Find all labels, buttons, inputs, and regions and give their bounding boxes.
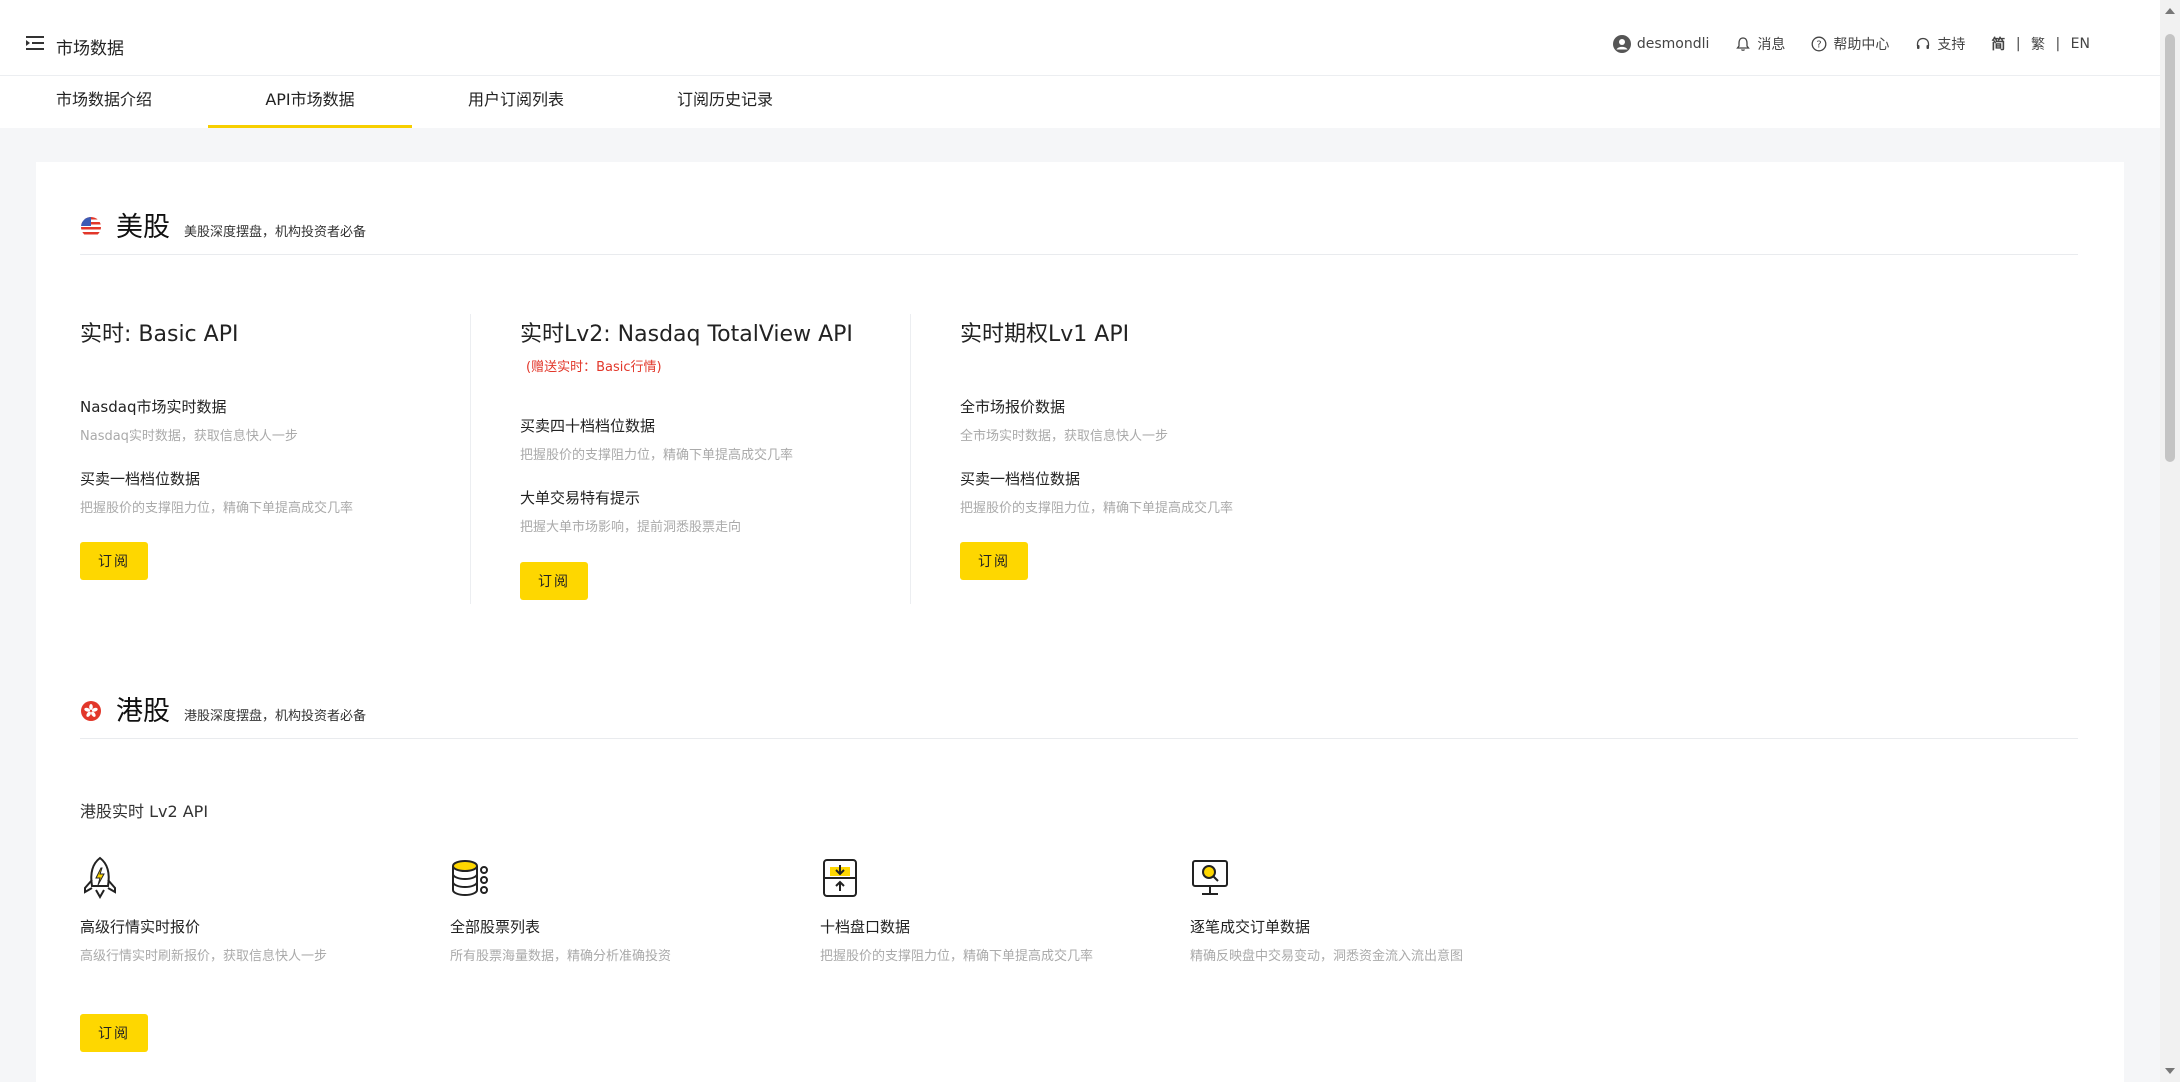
- database-icon: [452, 860, 488, 897]
- bell-icon: [1736, 37, 1751, 51]
- feature-title: 全市场报价数据: [960, 398, 1066, 416]
- hk-feature-item: 逐笔成交订单数据 精确反映盘中交易变动，洞悉资金流入流出意图: [1190, 856, 1463, 964]
- feature-desc: 把握股价的支撑阻力位，精确下单提高成交几率: [80, 501, 354, 516]
- section-divider: [80, 738, 2078, 739]
- scroll-down-arrow-icon[interactable]: [2165, 1068, 2175, 1074]
- lang-separator: |: [2011, 36, 2026, 52]
- hk-section-title: 港股: [116, 696, 170, 727]
- feature-desc: 全市场实时数据，获取信息快人一步: [960, 429, 1169, 444]
- plan-title: 实时: Basic API: [80, 322, 239, 347]
- feature-title: 高级行情实时报价: [80, 918, 201, 936]
- feature-item: 买卖一档档位数据 把握股价的支撑阻力位，精确下单提高成交几率: [960, 468, 1380, 516]
- feature-desc: 把握股价的支撑阻力位，精确下单提高成交几率: [820, 949, 1094, 964]
- page-title: 市场数据: [56, 39, 124, 59]
- tab-subscription-history[interactable]: 订阅历史记录: [656, 76, 794, 128]
- user-menu[interactable]: desmondli: [1612, 35, 1710, 53]
- feature-desc: 所有股票海量数据，精确分析准确投资: [450, 949, 672, 964]
- feature-title: Nasdaq市场实时数据: [80, 398, 227, 416]
- menu-toggle-icon[interactable]: [26, 36, 44, 50]
- us-totalview-api-plan: 实时Lv2: Nasdaq TotalView API (赠送实时：Basic行…: [520, 316, 940, 535]
- headset-icon: [1917, 37, 1930, 49]
- user-avatar-icon: [1612, 35, 1631, 53]
- tab-api-market-data[interactable]: API市场数据: [208, 76, 412, 128]
- support-link[interactable]: 支持: [1915, 34, 1965, 54]
- messages-label: 消息: [1757, 37, 1786, 53]
- order-book-icon: [823, 859, 857, 897]
- bonus-note: (赠送实时：Basic行情): [526, 360, 662, 375]
- hk-section-desc: 港股深度摆盘，机构投资者必备: [184, 709, 367, 724]
- tab-market-data-intro[interactable]: 市场数据介绍: [40, 76, 168, 128]
- us-flag-icon: [81, 217, 101, 237]
- feature-desc: 高级行情实时刷新报价，获取信息快人一步: [80, 949, 328, 964]
- feature-title: 十档盘口数据: [820, 918, 911, 936]
- us-basic-api-plan: 实时: Basic API Nasdaq市场实时数据 Nasdaq实时数据，获取…: [80, 316, 470, 516]
- plan-title: 实时Lv2: Nasdaq TotalView API: [520, 322, 853, 347]
- top-header: 市场数据 desmondli 消息 ? 帮助中心 支持 简 | 繁 | EN: [0, 0, 2160, 76]
- feature-desc: 把握股价的支撑阻力位，精确下单提高成交几率: [960, 501, 1234, 516]
- rocket-icon: [84, 856, 116, 900]
- feature-title: 买卖一档档位数据: [80, 470, 201, 488]
- feature-desc: 把握大单市场影响，提前洞悉股票走向: [520, 520, 742, 535]
- tab-bar: 市场数据介绍 API市场数据 用户订阅列表 订阅历史记录: [0, 76, 2160, 128]
- tab-user-subscriptions[interactable]: 用户订阅列表: [446, 76, 586, 128]
- feature-title: 全部股票列表: [450, 918, 541, 936]
- messages-link[interactable]: 消息: [1735, 34, 1785, 54]
- header-actions: desmondli 消息 ? 帮助中心 支持 简 | 繁 | EN: [1612, 34, 2090, 54]
- lang-traditional[interactable]: 繁: [2031, 34, 2045, 54]
- hk-feature-item: 十档盘口数据 把握股价的支撑阻力位，精确下单提高成交几率: [820, 856, 1093, 964]
- scrollbar-thumb[interactable]: [2165, 34, 2175, 462]
- plan-title: 实时期权Lv1 API: [960, 322, 1130, 347]
- svg-text:?: ?: [1817, 40, 1822, 51]
- subscribe-totalview-api-button[interactable]: 订阅: [520, 562, 588, 600]
- lang-simplified[interactable]: 简: [1991, 34, 2005, 54]
- feature-item: Nasdaq市场实时数据 Nasdaq实时数据，获取信息快人一步: [80, 396, 470, 444]
- subscribe-hk-lv2-button[interactable]: 订阅: [80, 1014, 148, 1052]
- lang-separator: |: [2051, 36, 2065, 52]
- language-switcher: 简 | 繁 | EN: [1991, 34, 2090, 54]
- column-divider: [470, 314, 471, 604]
- feature-title: 大单交易特有提示: [520, 489, 641, 507]
- subscribe-options-api-button[interactable]: 订阅: [960, 542, 1028, 580]
- us-section-header: 美股 美股深度摆盘，机构投资者必备: [80, 212, 366, 244]
- feature-item: 大单交易特有提示 把握大单市场影响，提前洞悉股票走向: [520, 487, 940, 535]
- feature-title: 逐笔成交订单数据: [1190, 918, 1311, 936]
- feature-item: 买卖一档档位数据 把握股价的支撑阻力位，精确下单提高成交几率: [80, 468, 470, 516]
- lang-english[interactable]: EN: [2071, 36, 2090, 52]
- feature-desc: Nasdaq实时数据，获取信息快人一步: [80, 429, 298, 444]
- hk-api-title: 港股实时 Lv2 API: [80, 802, 209, 821]
- hk-feature-item: 全部股票列表 所有股票海量数据，精确分析准确投资: [450, 856, 671, 964]
- username: desmondli: [1636, 36, 1710, 52]
- feature-item: 全市场报价数据 全市场实时数据，获取信息快人一步: [960, 396, 1380, 444]
- feature-desc: 把握股价的支撑阻力位，精确下单提高成交几率: [520, 448, 794, 463]
- help-label: 帮助中心: [1833, 37, 1890, 53]
- feature-item: 买卖四十档档位数据 把握股价的支撑阻力位，精确下单提高成交几率: [520, 415, 940, 463]
- hk-feature-item: 高级行情实时报价 高级行情实时刷新报价，获取信息快人一步: [80, 856, 327, 964]
- hk-section-header: 港股 港股深度摆盘，机构投资者必备: [80, 696, 366, 728]
- api-products-card: 美股 美股深度摆盘，机构投资者必备 实时: Basic API Nasdaq市场…: [36, 162, 2124, 1082]
- help-center-link[interactable]: ? 帮助中心: [1811, 34, 1889, 54]
- us-options-lv1-api-plan: 实时期权Lv1 API 全市场报价数据 全市场实时数据，获取信息快人一步 买卖一…: [960, 316, 1380, 516]
- subscribe-basic-api-button[interactable]: 订阅: [80, 542, 148, 580]
- monitor-search-icon: [1192, 860, 1228, 895]
- us-section-title: 美股: [116, 212, 170, 243]
- feature-desc: 精确反映盘中交易变动，洞悉资金流入流出意图: [1190, 949, 1464, 964]
- question-circle-icon: ?: [1811, 36, 1827, 52]
- column-divider: [910, 314, 911, 604]
- scroll-up-arrow-icon[interactable]: [2165, 8, 2175, 14]
- vertical-scrollbar[interactable]: [2160, 0, 2180, 1082]
- hk-flag-icon: [81, 701, 101, 721]
- us-section-desc: 美股深度摆盘，机构投资者必备: [184, 225, 367, 240]
- feature-title: 买卖一档档位数据: [960, 470, 1081, 488]
- feature-title: 买卖四十档档位数据: [520, 417, 656, 435]
- section-divider: [80, 254, 2078, 255]
- support-label: 支持: [1937, 37, 1966, 53]
